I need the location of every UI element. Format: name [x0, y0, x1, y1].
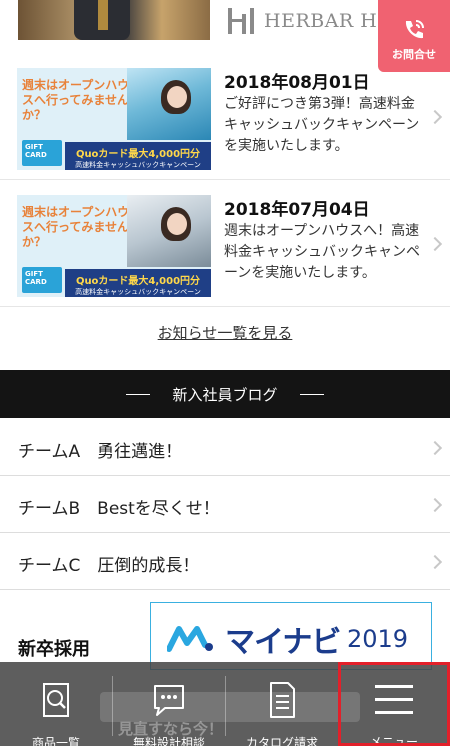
blog-section-title: 新入社員ブログ	[172, 385, 278, 404]
thumb-band-sub: 高速料金キャッシュバックキャンペーン	[75, 161, 201, 169]
nav-label: 商品一覧	[31, 736, 80, 746]
blog-item-label: チームA 勇往邁進！	[18, 442, 183, 462]
news-list-link[interactable]: お知らせ一覧を見る	[158, 322, 293, 343]
chevron-right-icon	[427, 497, 443, 513]
news-thumbnail: 週末はオープンハウスへ行ってみませんか？ GIFT CARD Quoカード最大4…	[17, 195, 211, 297]
mynavi-banner[interactable]: マイナビ 2019	[150, 602, 432, 670]
chevron-right-icon	[427, 440, 443, 456]
thumb-band-main: Quoカード最大4,000円分	[75, 276, 201, 287]
gift-card-label: GIFT CARD	[22, 267, 62, 293]
divider	[299, 393, 324, 395]
nav-catalog-request[interactable]: カタログ請求	[226, 662, 338, 746]
thumb-band-sub: 高速料金キャッシュバックキャンペーン	[75, 288, 201, 296]
nav-products[interactable]: 商品一覧	[0, 662, 112, 746]
hamburger-icon	[375, 680, 413, 719]
phone-icon	[405, 20, 424, 39]
chevron-right-icon	[427, 236, 443, 252]
news-thumbnail: 週末はオープンハウスへ行ってみませんか？ GIFT CARD Quoカード最大4…	[17, 68, 211, 170]
blog-item-team-b[interactable]: チームB Bestを尽くせ！	[0, 477, 450, 533]
news-more: お知らせ一覧を見る	[0, 308, 450, 368]
thumb-band-main: Quoカード最大4,000円分	[75, 149, 201, 160]
hero-photo	[18, 0, 210, 40]
thumb-band: Quoカード最大4,000円分 高速料金キャッシュバックキャンペーン	[65, 269, 211, 297]
nav-label: 無料設計相談	[132, 736, 205, 746]
chevron-right-icon	[427, 554, 443, 570]
blog-item-team-c[interactable]: チームC 圧倒的成長！	[0, 534, 450, 590]
blog-item-label: チームB Bestを尽くせ！	[18, 499, 220, 519]
news-date: 2018年07月04日	[224, 200, 370, 220]
mynavi-name: マイナビ	[225, 625, 341, 660]
nav-label: カタログ請求	[245, 736, 318, 746]
document-icon	[270, 682, 295, 718]
chat-bubble-icon	[154, 685, 184, 716]
blog-section-header: 新入社員ブログ	[0, 370, 450, 418]
news-body: 週末はオープンハウスへ！高速料金キャッシュバックキャンペーンを実施いたします。	[224, 223, 420, 281]
recruit-title: 新卒採用	[18, 639, 90, 660]
news-body: ご好評につき第3弾！高速料金キャッシュバックキャンペーンを実施いたします。	[224, 96, 420, 154]
nav-design-consult[interactable]: 無料設計相談	[113, 662, 225, 746]
news-date: 2018年08月01日	[224, 73, 370, 93]
news-item[interactable]: 週末はオープンハウスへ行ってみませんか？ GIFT CARD Quoカード最大4…	[0, 54, 450, 180]
thumb-band: Quoカード最大4,000円分 高速料金キャッシュバックキャンペーン	[65, 142, 211, 170]
gift-card-label: GIFT CARD	[22, 140, 62, 166]
divider	[126, 393, 151, 395]
chevron-right-icon	[427, 109, 443, 125]
news-item[interactable]: 週末はオープンハウスへ行ってみませんか？ GIFT CARD Quoカード最大4…	[0, 181, 450, 307]
mynavi-logo-icon	[167, 626, 213, 652]
search-icon	[43, 683, 69, 717]
thumb-headline: 週末はオープンハウスへ行ってみませんか？	[22, 205, 130, 249]
blog-item-team-a[interactable]: チームA 勇往邁進！	[0, 420, 450, 476]
blog-item-label: チームC 圧倒的成長！	[18, 556, 200, 576]
thumb-photo	[127, 68, 211, 140]
thumb-photo	[127, 195, 211, 267]
nav-label: メニュー	[369, 735, 418, 746]
nav-menu-button[interactable]: メニュー	[338, 662, 450, 746]
contact-button[interactable]: お問合せ	[378, 0, 450, 72]
thumb-headline: 週末はオープンハウスへ行ってみませんか？	[22, 78, 130, 122]
logo-mark-icon	[228, 8, 256, 34]
recruit-section: 新卒採用 マイナビ 2019	[0, 590, 450, 670]
mynavi-year: 2019	[347, 625, 409, 653]
bottom-nav: 見直すなら今！ 商品一覧 無料設計相談 カタログ請求 メニュー	[0, 662, 450, 746]
contact-label: お問合せ	[392, 48, 436, 61]
